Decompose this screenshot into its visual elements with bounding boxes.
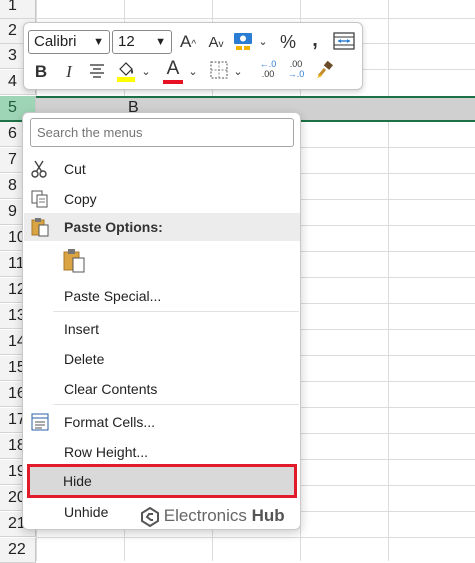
menu-item-label: Cut [64,161,86,177]
menu-item-label: Clear Contents [64,381,158,397]
accounting-format-button[interactable] [232,31,256,53]
align-center-icon [90,64,104,78]
copy-icon [30,189,50,209]
decrease-decimal-icon: .00 [289,59,303,69]
increase-decimal-button[interactable]: ←.0 .00 [256,59,280,81]
format-painter-icon [317,60,333,78]
menu-item-row-height[interactable]: Row Height... [24,438,300,466]
bold-icon: B [34,62,48,81]
electronics-hub-logo-icon [141,506,159,527]
font-name-value: Calibri [34,33,77,50]
paint-bucket-icon [117,62,135,82]
font-color-icon: A [166,58,180,79]
borders-button[interactable] [208,61,230,83]
menu-item-label: Paste Options: [64,219,163,235]
chevron-down-icon: ⌄ [233,66,243,78]
menu-item-delete[interactable]: Delete [24,345,300,373]
menu-item-cut[interactable]: Cut [24,155,300,183]
row-divider [36,537,475,538]
row-header-1[interactable]: 1 [0,0,36,19]
menu-item-label: Format Cells... [64,414,156,430]
merge-center-icon [333,32,355,50]
menu-item-label: Insert [64,321,100,337]
menu-item-label: Unhide [64,504,109,520]
increase-font-size-button[interactable]: A^ [178,31,198,53]
menu-item-label: Hide [63,473,92,489]
font-color-swatch [163,80,183,84]
percent-icon: % [279,32,296,52]
chevron-down-icon: ▼ [93,36,104,48]
borders-dropdown[interactable]: ⌄ [232,61,244,83]
menu-item-insert[interactable]: Insert [24,315,300,343]
fill-color-button[interactable] [114,59,138,82]
scissors-icon [30,159,50,179]
increase-decimal-digits: .00 [261,69,275,79]
menu-item-format-cells[interactable]: Format Cells... [24,408,300,436]
fill-color-dropdown[interactable]: ⌄ [140,61,152,83]
decrease-font-icon: A [208,34,219,51]
font-name-dropdown[interactable]: Calibri ▼ [28,30,110,54]
font-size-value: 12 [118,33,135,50]
watermark-text-bold: Hub [251,506,285,525]
paste-options-header: Paste Options: [24,213,300,241]
menu-separator [53,311,299,312]
increase-font-icon: A [179,32,192,51]
context-menu: Cut Copy Paste Options: [22,112,301,530]
menu-separator [53,404,299,405]
decrease-decimal-button[interactable]: .00 →.0 [284,59,308,81]
comma-style-button[interactable]: , [308,29,322,51]
clipboard-icon [30,217,50,237]
column-divider [388,0,389,561]
font-size-dropdown[interactable]: 12 ▼ [112,30,172,54]
font-color-dropdown[interactable]: ⌄ [187,61,199,83]
electronics-hub-watermark: Electronics Hub [141,505,285,527]
menu-item-copy[interactable]: Copy [24,185,300,213]
font-color-button[interactable]: A [162,58,184,84]
paste-icon [63,249,85,273]
menu-search-input[interactable] [30,118,294,147]
chevron-down-icon: ▼ [155,36,166,48]
row-divider [36,18,475,19]
menu-item-hide[interactable]: Hide [27,464,297,498]
menu-item-clear-contents[interactable]: Clear Contents [24,375,300,403]
menu-item-paste-special[interactable]: Paste Special... [24,282,300,310]
row-header-22[interactable]: 22 [0,538,36,563]
format-cells-icon [30,412,50,432]
watermark-text-light: Electronics [163,506,252,525]
accounting-dropdown-button[interactable]: ⌄ [257,31,269,53]
menu-item-label: Delete [64,351,105,367]
align-center-button[interactable] [86,61,108,83]
chevron-down-icon: ⌄ [141,66,151,78]
percent-style-button[interactable]: % [278,31,298,53]
chevron-down-icon: ⌄ [258,36,268,48]
format-painter-button[interactable] [314,60,336,83]
mini-toolbar: Calibri ▼ 12 ▼ A^ Av ⌄ % , B I ⌄ A ⌄ ⌄ ←… [23,22,363,90]
comma-icon: , [312,29,318,51]
decrease-font-size-button[interactable]: Av [206,31,226,53]
italic-icon: I [66,62,72,81]
menu-item-label: Row Height... [64,444,149,460]
bold-button[interactable]: B [32,61,50,83]
italic-button[interactable]: I [60,61,78,83]
chevron-down-icon: ⌄ [188,66,198,78]
paste-button[interactable] [63,248,87,274]
menu-item-label: Copy [64,191,97,207]
increase-decimal-icon: ←.0 [259,59,277,69]
borders-icon [210,61,228,79]
accounting-format-icon [234,33,252,50]
menu-item-label: Paste Special... [64,288,162,304]
merge-center-button[interactable] [332,31,356,53]
decrease-decimal-digits: →.0 [287,69,305,79]
